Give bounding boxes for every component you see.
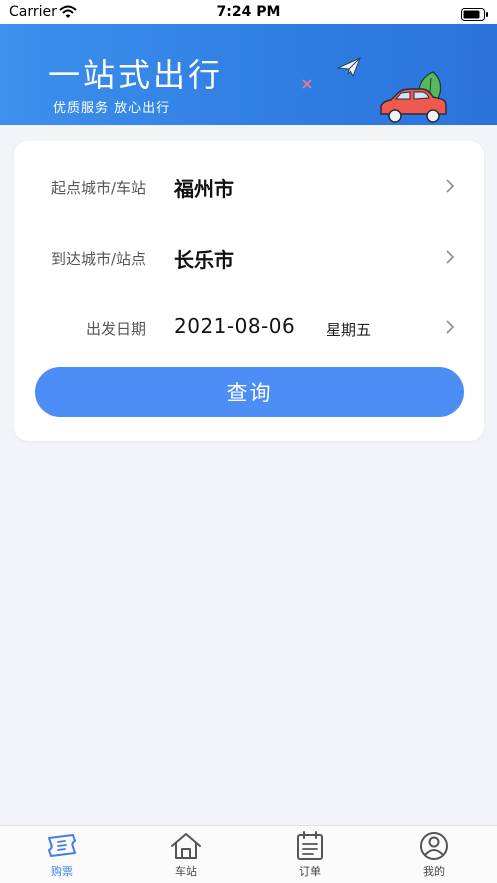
chevron-right-icon	[444, 249, 456, 269]
banner: 一站式出行 优质服务 放心出行	[0, 24, 497, 125]
departure-date-row[interactable]: 出发日期 2021-08-06 星期五	[14, 302, 484, 352]
chevron-right-icon	[444, 178, 456, 198]
banner-title: 一站式出行	[48, 56, 224, 94]
origin-label: 起点城市/车站	[50, 179, 146, 197]
origin-value: 福州市	[174, 177, 234, 201]
tab-label: 车站	[175, 865, 197, 878]
departure-date-label: 出发日期	[85, 320, 146, 338]
ticket-search-card: 起点城市/车站 福州市 到达城市/站点 长乐市 出发日期 2021-08-06 …	[14, 141, 484, 441]
departure-weekday: 星期五	[326, 321, 372, 339]
tab-orders[interactable]: 订单	[248, 826, 372, 883]
clipboard-icon	[295, 831, 325, 861]
search-button[interactable]: 查询	[35, 367, 464, 417]
battery-icon	[461, 6, 489, 25]
tab-buy-ticket[interactable]: 购票	[0, 826, 124, 883]
app-screen: Carrier 7:24 PM 一站式出行 优质服务 放心出行 起点城市/车站 …	[0, 0, 497, 883]
sparkle-icon	[302, 74, 312, 93]
tab-stations[interactable]: 车站	[124, 826, 248, 883]
tab-label: 我的	[423, 865, 445, 878]
car-illustration-icon	[377, 70, 449, 125]
destination-row[interactable]: 到达城市/站点 长乐市	[14, 232, 484, 282]
destination-value: 长乐市	[174, 248, 234, 272]
tab-label: 购票	[51, 865, 73, 878]
paper-plane-icon	[336, 57, 361, 81]
tab-label: 订单	[299, 865, 321, 878]
ticket-icon	[45, 831, 79, 861]
home-icon	[169, 831, 203, 861]
origin-row[interactable]: 起点城市/车站 福州市	[14, 161, 484, 211]
banner-subtitle: 优质服务 放心出行	[53, 101, 171, 116]
chevron-right-icon	[444, 319, 456, 339]
status-time: 7:24 PM	[216, 4, 281, 20]
tab-profile[interactable]: 我的	[372, 826, 496, 883]
departure-date-value: 2021-08-06	[174, 314, 296, 338]
user-icon	[418, 831, 450, 861]
bottom-tab-bar: 购票 车站 订单 我的	[0, 825, 497, 883]
destination-label: 到达城市/站点	[50, 250, 146, 268]
status-bar: Carrier 7:24 PM	[0, 0, 497, 24]
